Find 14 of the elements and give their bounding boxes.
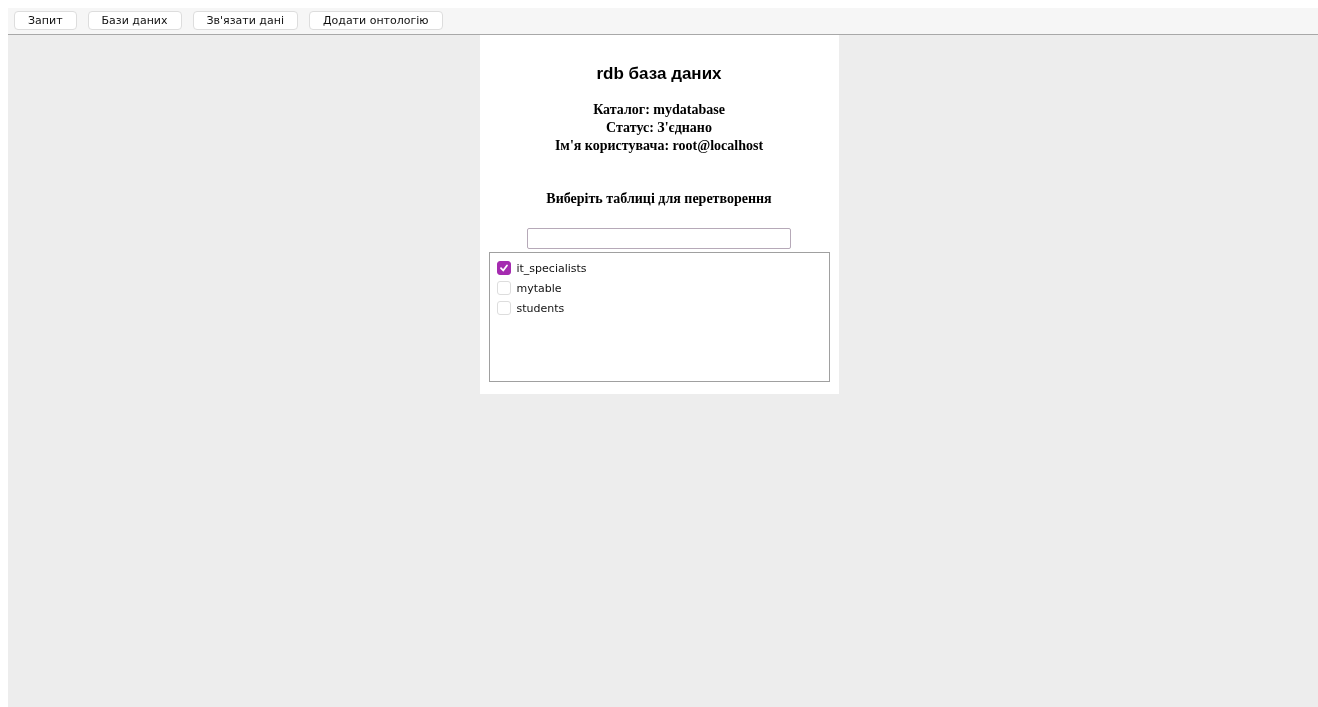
table-name[interactable]: it_specialists bbox=[516, 261, 587, 275]
toolbar-button[interactable]: Додати онтологію bbox=[308, 11, 443, 30]
checkbox[interactable] bbox=[496, 261, 511, 275]
toolbar-button[interactable]: Зв'язати дані bbox=[192, 11, 298, 30]
toolbar-button[interactable]: Запит bbox=[14, 11, 77, 30]
info-text: Ім'я користувача: root@localhost bbox=[554, 137, 764, 155]
prompt-text: Виберіть таблиці для перетворення bbox=[546, 191, 772, 207]
input-field[interactable] bbox=[527, 228, 791, 249]
toolbar-button[interactable]: Бази даних bbox=[87, 11, 182, 30]
panel-title: rdb база даних bbox=[596, 64, 722, 84]
table-name[interactable]: mytable bbox=[516, 281, 562, 295]
info-text: Статус: З'єднано bbox=[605, 119, 713, 137]
info-text: Каталог: mydatabase bbox=[592, 101, 726, 119]
table-name[interactable]: students bbox=[516, 301, 565, 315]
